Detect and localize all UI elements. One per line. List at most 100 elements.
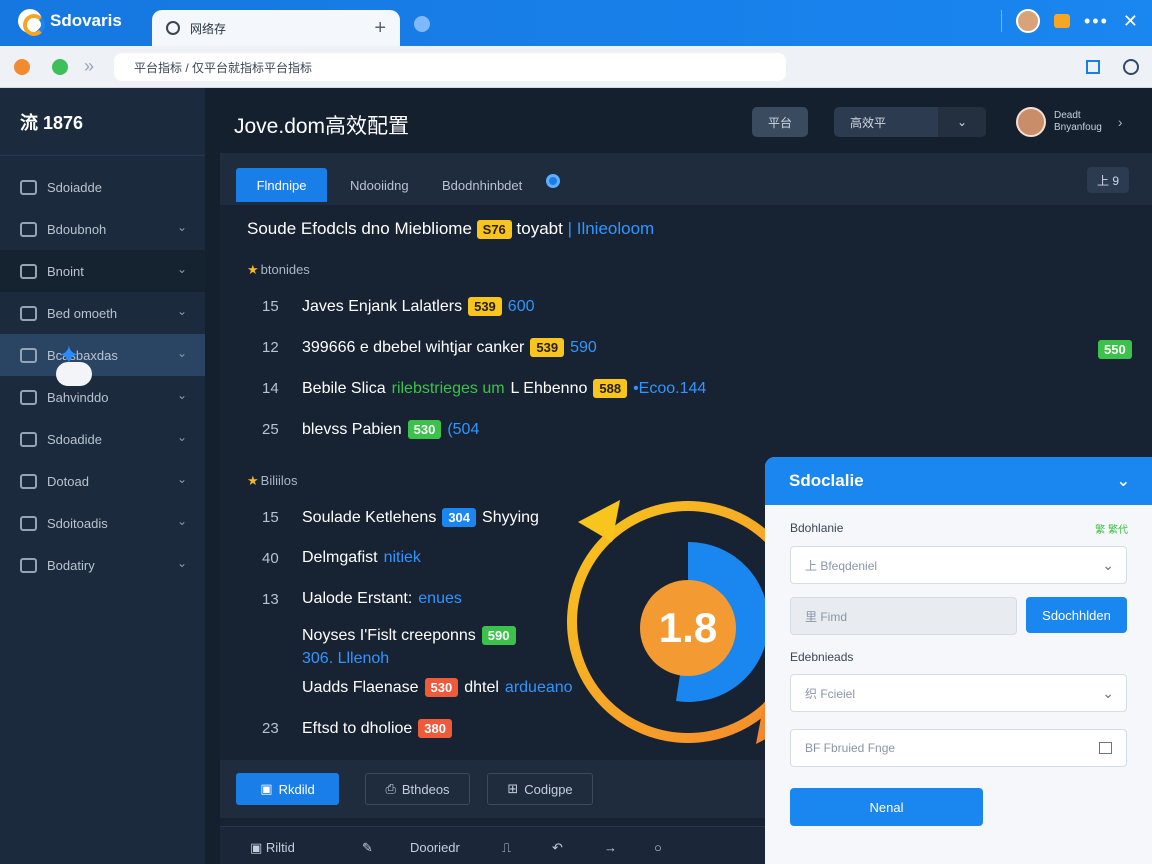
reload-icon[interactable]: » xyxy=(84,56,94,77)
lock-icon xyxy=(20,473,37,489)
profile-avatar[interactable] xyxy=(1016,9,1040,33)
sidebar-item-4[interactable]: Bed omoeth ⌄ xyxy=(0,292,205,334)
tab-3[interactable]: Bdodnhinbdet xyxy=(442,168,522,202)
header-select-value: 高效平 xyxy=(850,115,887,130)
sidebar-item-label: Bodatiry xyxy=(47,557,95,573)
list-item[interactable]: 23 Eftsd to dholioe 380 xyxy=(262,719,452,738)
sidebar-item-9[interactable]: Sdoitoadis ⌄ xyxy=(0,502,205,544)
header-select[interactable]: 高效平 ⌄ xyxy=(834,107,986,137)
search-field-placeholder: 里 Fimd xyxy=(805,609,848,624)
folder-icon xyxy=(20,263,37,279)
new-tab-icon[interactable]: + xyxy=(374,17,386,40)
select-field-2[interactable]: 织 Fcieiel ⌄ xyxy=(790,674,1127,712)
arrow-icon[interactable]: → xyxy=(604,840,617,855)
select-field-1[interactable]: 上 Bfeqdeniel ⌄ xyxy=(790,546,1127,584)
brand[interactable]: Sdovaris xyxy=(18,9,122,36)
row-extra: 590 xyxy=(570,338,597,356)
sidebar-item-1[interactable]: Sdoiadde xyxy=(0,166,205,208)
sidebar-item-2[interactable]: Bdoubnoh ⌄ xyxy=(0,208,205,250)
sidebar-item-label: Bed omoeth xyxy=(47,305,118,321)
brush-icon[interactable]: ✎ xyxy=(362,840,373,856)
sidebar-item-label: Bnoint xyxy=(47,263,84,279)
target-icon[interactable] xyxy=(1123,59,1139,75)
tab-1[interactable]: Flndnipe xyxy=(236,168,327,202)
forward-icon[interactable] xyxy=(52,59,68,75)
sidebar-item-7[interactable]: Sdoadide ⌄ xyxy=(0,418,205,460)
list-item[interactable]: Noyses I'Fislt creeponns 590 xyxy=(262,626,516,645)
date-field-placeholder: BF Fbruied Fnge xyxy=(805,741,896,755)
back-icon[interactable] xyxy=(14,59,30,75)
secondary-label: Bthdeos xyxy=(401,781,450,797)
user-name: Deadt xyxy=(1054,110,1081,121)
box-icon xyxy=(20,389,37,405)
sidebar-item-6[interactable]: Bahvinddo ⌄ xyxy=(0,376,205,418)
date-field[interactable]: BF Fbruied Fnge xyxy=(790,729,1127,767)
settings-modal: Sdoclalie ⌄ Bdohlanie 繁 繁代 上 Bfeqdeniel … xyxy=(765,457,1152,864)
primary-action-button[interactable]: ▣ Rkdild xyxy=(236,773,339,805)
list-item[interactable]: 40 Delmgafist nitiek xyxy=(262,549,421,567)
secondary-button[interactable]: ⎙ Bthdeos xyxy=(365,773,470,805)
gear-icon xyxy=(20,557,37,573)
heading-link[interactable]: | Ilnieoloom xyxy=(568,219,655,238)
list-item-continuation: 306. Lllenoh xyxy=(302,650,389,668)
chevron-down-icon[interactable]: ⌄ xyxy=(1117,471,1130,491)
row-line2: 306. Lllenoh xyxy=(302,650,390,667)
section-label-2: ★ Biliilos xyxy=(247,473,298,488)
modal-header[interactable]: Sdoclalie ⌄ xyxy=(765,457,1152,505)
sidebar-item-10[interactable]: Bodatiry ⌄ xyxy=(0,544,205,586)
grid-icon[interactable] xyxy=(1086,60,1100,74)
extension-icon[interactable] xyxy=(414,16,430,32)
chevron-right-icon[interactable]: › xyxy=(1118,114,1123,130)
search-button[interactable]: Sdochhlden xyxy=(1026,597,1127,633)
search-field[interactable]: 里 Fimd xyxy=(790,597,1017,635)
list-item[interactable]: 13 Ualode Erstant: enues xyxy=(262,590,462,608)
chevron-down-icon: ⌄ xyxy=(176,220,187,234)
tab-control[interactable]: 上 9 xyxy=(1087,167,1129,193)
row-number: 13 xyxy=(262,590,279,608)
list-item[interactable]: 15 Soulade Ketlehens 304 Shyying xyxy=(262,508,539,527)
undo-icon[interactable]: ↶ xyxy=(552,840,563,856)
calendar-icon[interactable] xyxy=(1099,742,1112,754)
select-field-2-value: 织 Fcieiel xyxy=(805,686,856,701)
sidebar-item-label: Sdoadide xyxy=(47,431,102,447)
save-icon: ▣ xyxy=(260,781,273,796)
more-icon[interactable]: ••• xyxy=(1084,12,1109,30)
tab-2[interactable]: Ndooiidng xyxy=(350,168,409,202)
field-hint: 繁 繁代 xyxy=(1095,525,1128,536)
list-item[interactable]: 25 blevss Pabien 530 (504 xyxy=(262,420,479,439)
row-after: dhtel xyxy=(464,678,499,696)
sidebar-item-label: Bahvinddo xyxy=(47,389,109,405)
list-item[interactable]: 14 Bebile Slica rilebstrieges um L Ehben… xyxy=(262,379,706,398)
chevron-down-icon[interactable]: ⌄ xyxy=(938,107,986,137)
close-icon[interactable]: ✕ xyxy=(1123,11,1138,32)
user-menu[interactable]: Deadt Bnyanfoug › xyxy=(1016,107,1123,137)
list-item[interactable]: 15 Javes Enjank Lalatlers 539 600 xyxy=(262,297,535,316)
browser-tab-title: 网络存 xyxy=(190,21,227,36)
tertiary-button[interactable]: ⊞ Codigpe xyxy=(487,773,593,805)
row-extra: enues xyxy=(418,590,462,607)
list-item[interactable]: 12 399666 e dbebel wihtjar canker 539 59… xyxy=(262,338,597,357)
header-button[interactable]: 平台 xyxy=(752,107,808,137)
circle-icon[interactable]: ○ xyxy=(654,840,662,855)
row-number: 15 xyxy=(262,298,279,315)
sidebar-item-5[interactable]: Bcasbaxdas ⌄ xyxy=(0,334,205,376)
tab-indicator-icon[interactable] xyxy=(546,174,560,188)
submit-button[interactable]: Nenal xyxy=(790,788,983,826)
sidebar-item-3[interactable]: Bnoint ⌄ xyxy=(0,250,205,292)
list-item[interactable]: Uadds Flaenase 530 dhtel ardueano xyxy=(262,678,573,697)
row-text: 399666 e dbebel wihtjar canker xyxy=(302,338,525,356)
bookmark-icon[interactable]: ⎍ xyxy=(502,840,511,856)
document-icon xyxy=(20,179,37,195)
status-tool-1[interactable]: ▣ Riltid xyxy=(250,840,295,856)
status-tool-2[interactable]: Dooriedr xyxy=(410,840,460,855)
row-text: Ualode Erstant: xyxy=(302,590,413,607)
brand-logo-icon xyxy=(18,9,45,36)
browser-tab[interactable]: 网络存 + xyxy=(152,10,400,46)
page-title: Jove.dom高效配置 xyxy=(234,115,410,138)
url-input[interactable]: 平台指标 / 仅平台就指标平台指标 xyxy=(114,53,786,81)
monitor-icon xyxy=(20,515,37,531)
sidebar-item-8[interactable]: Dotoad ⌄ xyxy=(0,460,205,502)
tertiary-label: Codigpe xyxy=(524,781,573,797)
wallet-icon[interactable] xyxy=(1054,14,1070,28)
row-extra: nitiek xyxy=(383,549,421,566)
